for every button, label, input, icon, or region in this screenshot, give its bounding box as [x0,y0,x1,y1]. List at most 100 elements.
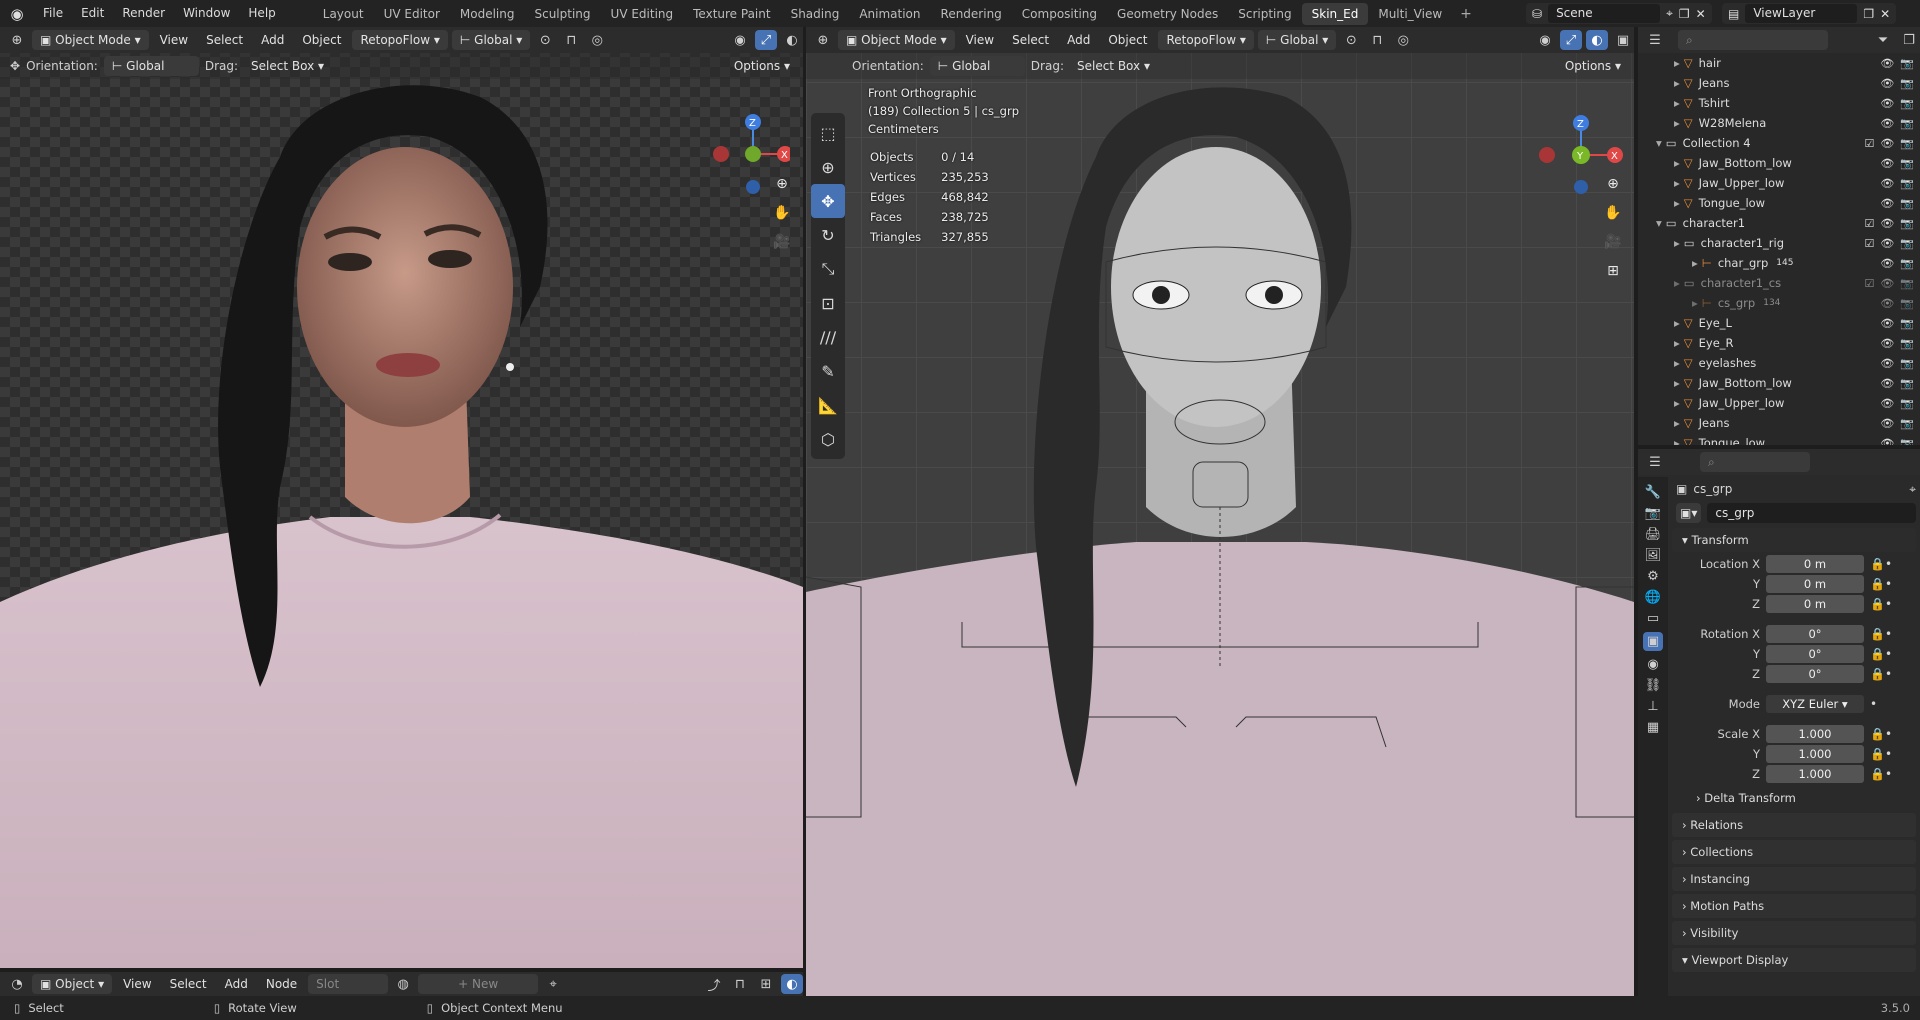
exclude-checkbox-icon[interactable]: ☑ [1864,237,1874,250]
tab-layout[interactable]: Layout [313,3,374,25]
tab-uv-editing[interactable]: UV Editing [601,3,684,25]
outliner-search[interactable]: ⌕ [1678,30,1828,50]
render-camera-icon[interactable]: 📷 [1900,317,1914,330]
retopoflow-dropdown[interactable]: RetopoFlow ▾ [352,30,448,50]
delta-transform-header[interactable]: › Delta Transform [1672,786,1916,810]
tab-modeling[interactable]: Modeling [450,3,525,25]
render-camera-icon[interactable]: 📷 [1900,217,1914,230]
eye-icon[interactable]: 👁 [1880,437,1894,446]
material-sphere-icon[interactable]: ◍ [392,974,414,994]
lock-icon[interactable]: 🔒• [1870,747,1900,761]
expand-arrow-icon[interactable]: ▸ [1674,416,1680,430]
add-cube-tool-icon[interactable]: ⬡ [811,422,845,456]
menu-add-right[interactable]: Add [1060,30,1097,50]
cursor-tool-icon[interactable]: ⊕ [811,150,845,184]
outliner-row[interactable]: ▸ ▽ Jaw_Upper_low 👁 📷 [1638,393,1920,413]
outliner-row[interactable]: ▸ ▽ Eye_R 👁 📷 [1638,333,1920,353]
visibility-toggles[interactable]: 👁 📷 [1880,297,1914,310]
pin-icon[interactable]: ⌖ [1666,6,1673,21]
exclude-checkbox-icon[interactable]: ☑ [1864,137,1874,150]
menu-object[interactable]: Object [295,30,348,50]
render-camera-icon[interactable]: 📷 [1900,397,1914,410]
copy-scene-icon[interactable]: ❐ [1679,7,1690,21]
menu-render[interactable]: Render [113,0,174,27]
physics-tab-icon[interactable]: ◉ [1647,657,1658,672]
scale-z-field[interactable]: 1.000 [1766,765,1864,783]
move-tool-icon-active[interactable]: ✥ [811,184,845,218]
orientation-dropdown-right[interactable]: ⊢ Global [929,56,1025,76]
proportional-edit-icon[interactable]: ◎ [586,30,608,50]
visibility-toggles[interactable]: ☑ 👁 📷 [1864,277,1914,290]
menu-select[interactable]: Select [199,30,250,50]
object-tab-icon[interactable]: ▣ [1642,632,1664,651]
eye-icon[interactable]: 👁 [1880,177,1894,190]
eye-icon[interactable]: 👁 [1880,257,1894,270]
retopoflow-dropdown-right[interactable]: RetopoFlow ▾ [1158,30,1254,50]
visibility-toggles[interactable]: 👁 📷 [1880,437,1914,446]
menu-help[interactable]: Help [239,0,284,27]
tab-animation[interactable]: Animation [849,3,930,25]
visibility-toggles[interactable]: ☑ 👁 📷 [1864,137,1914,150]
render-camera-icon[interactable]: 📷 [1900,417,1914,430]
grid-view-icon[interactable]: ⊞ [1601,259,1625,283]
rotation-z-field[interactable]: 0° [1766,665,1864,683]
object-name-field[interactable]: cs_grp [1707,503,1916,523]
instancing-panel-header[interactable]: › Instancing [1672,867,1916,891]
pan-hand-icon-right[interactable]: ✋ [1601,201,1625,225]
visibility-toggles[interactable]: 👁 📷 [1880,417,1914,430]
menu-view[interactable]: View [153,30,195,50]
viewlayer-selector[interactable]: ▤ ViewLayer ❐ ✕ [1722,3,1897,24]
zoom-icon[interactable]: ⊕ [770,172,794,196]
lock-icon[interactable]: 🔒• [1870,667,1900,681]
motion-paths-panel-header[interactable]: › Motion Paths [1672,894,1916,918]
eye-icon[interactable]: 👁 [1880,357,1894,370]
visibility-panel-header[interactable]: › Visibility [1672,921,1916,945]
expand-arrow-icon[interactable]: ▸ [1674,276,1680,290]
eye-icon[interactable]: 👁 [1880,217,1894,230]
eye-icon[interactable]: 👁 [1880,97,1894,110]
scene-name[interactable]: Scene [1548,4,1661,23]
collection-tab-icon[interactable]: ▭ [1647,611,1659,626]
expand-arrow-icon[interactable]: ▸ [1692,296,1698,310]
rotation-mode-dropdown[interactable]: XYZ Euler ▾ [1766,695,1864,713]
expand-arrow-icon[interactable]: ▾ [1656,136,1662,150]
outliner-row[interactable]: ▸ ▽ Jaw_Bottom_low 👁 📷 [1638,153,1920,173]
scale-x-field[interactable]: 1.000 [1766,725,1864,743]
render-camera-icon[interactable]: 📷 [1900,357,1914,370]
render-camera-icon[interactable]: 📷 [1900,137,1914,150]
transform-tool-icon[interactable]: ⊡ [811,286,845,320]
menu-add[interactable]: Add [254,30,291,50]
exclude-checkbox-icon[interactable]: ☑ [1864,277,1874,290]
visibility-toggles[interactable]: ☑ 👁 📷 [1864,237,1914,250]
tab-shading[interactable]: Shading [781,3,850,25]
outliner-row[interactable]: ▸ ▽ Tongue_low 👁 📷 [1638,433,1920,445]
eye-icon[interactable]: 👁 [1880,157,1894,170]
tab-multi-view[interactable]: Multi_View [1368,3,1452,25]
exclude-checkbox-icon[interactable]: ☑ [1864,217,1874,230]
output-tab-icon[interactable]: 🖨 [1645,527,1662,542]
visibility-toggles[interactable]: 👁 📷 [1880,317,1914,330]
node-menu-node[interactable]: Node [259,974,304,994]
eye-icon[interactable]: 👁 [1880,337,1894,350]
mode-dropdown[interactable]: ▣ Object Mode ▾ [32,30,149,50]
node-editor-type-icon[interactable]: ◔ [6,974,28,994]
menu-window[interactable]: Window [174,0,239,27]
render-camera-icon[interactable]: 📷 [1900,437,1914,446]
location-y-field[interactable]: 0 m [1766,575,1864,593]
expand-arrow-icon[interactable]: ▸ [1674,356,1680,370]
overlay-icon[interactable]: ◐ [781,30,803,50]
visibility-toggles[interactable]: 👁 📷 [1880,257,1914,270]
expand-arrow-icon[interactable]: ▸ [1674,56,1680,70]
editor-type-icon-right[interactable]: ⊕ [812,30,834,50]
node-menu-view[interactable]: View [116,974,158,994]
pan-hand-icon[interactable]: ✋ [770,201,794,225]
parent-node-icon[interactable]: ⤴ [703,974,725,994]
lock-icon[interactable]: 🔒• [1870,727,1900,741]
tab-sculpting[interactable]: Sculpting [524,3,600,25]
eye-icon[interactable]: 👁 [1880,57,1894,70]
eye-icon[interactable]: 👁 [1880,377,1894,390]
visibility-toggles[interactable]: 👁 📷 [1880,397,1914,410]
select-box-tool-icon[interactable]: ⬚ [811,116,845,150]
outliner-row[interactable]: ▸ ▽ Jaw_Bottom_low 👁 📷 [1638,373,1920,393]
collections-panel-header[interactable]: › Collections [1672,840,1916,864]
